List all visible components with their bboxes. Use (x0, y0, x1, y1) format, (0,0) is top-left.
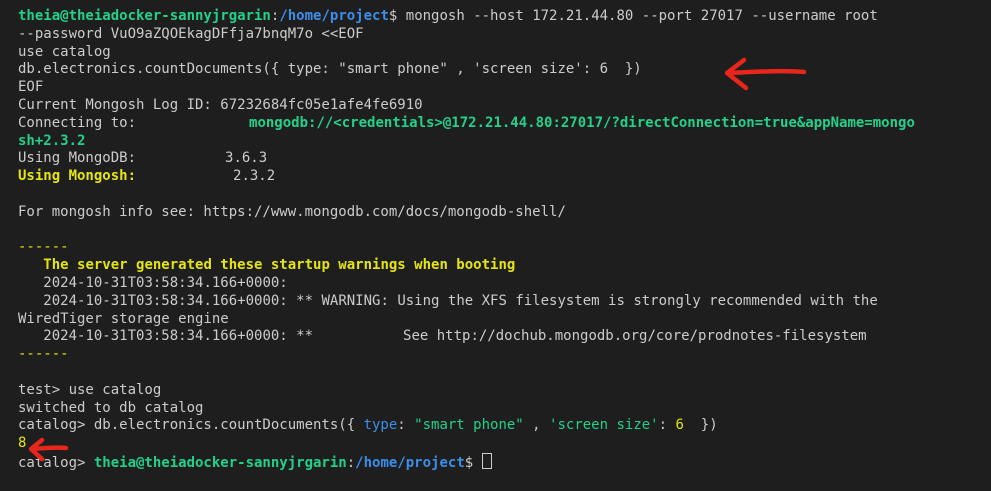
info-line: For mongosh info see: https://www.mongod… (18, 203, 566, 220)
connecting-cont: sh+2.3.2 (18, 132, 86, 149)
query-colon: : (658, 417, 676, 434)
query-prefix: db.electronics.countDocuments({ (93, 417, 364, 434)
catalog-prompt: catalog> (18, 417, 94, 434)
query-key-type: type (363, 417, 398, 434)
text-cursor[interactable] (481, 452, 492, 469)
connecting-value: mongodb://<credentials>@172.21.44.80:270… (249, 114, 915, 131)
connecting-line: Connecting to: mongodb://<credentials>@17… (18, 115, 991, 133)
separator: ------ (18, 346, 69, 363)
warning-3-text: See http://dochub.mongodb.org/core/prodn… (403, 328, 867, 345)
warning-3-ts: 2024-10-31T03:58:34.166+0000: ** (43, 328, 314, 345)
connecting-label: Connecting to: (18, 114, 137, 131)
warnings-title: The server generated these startup warni… (43, 257, 516, 274)
command-line-1: theia@theiadocker-sannyjrgarin:/home/pro… (18, 8, 878, 24)
warning-2-text: ** WARNING: Using the XFS filesystem is … (296, 292, 878, 309)
command-text: mongosh --host 172.21.44.80 --port 27017… (405, 8, 878, 24)
mongosh-label: Using Mongosh: (18, 168, 137, 185)
heredoc-end: EOF (18, 79, 44, 96)
terminal-output[interactable]: theia@theiadocker-sannyjrgarin: /home/pro… (0, 0, 991, 491)
warnings-title-line: The server generated these startup warni… (18, 257, 991, 275)
warning-2-ts: 2024-10-31T03:58:34.166+0000: (43, 292, 288, 309)
separator: ------ (18, 239, 69, 256)
warning-1: 2024-10-31T03:58:34.166+0000: (18, 275, 991, 293)
heredoc-query: db.electronics.countDocuments({ type: "s… (18, 61, 642, 78)
final-prompt-line[interactable]: catalog> theia@theiadocker-sannyjrgarin:… (18, 452, 991, 471)
warning-1-text: 2024-10-31T03:58:34.166+0000: (43, 274, 288, 291)
mongodb-version: 3.6.3 (225, 150, 268, 167)
heredoc-use: use catalog (18, 43, 111, 60)
warning-3: 2024-10-31T03:58:34.166+0000: ** See http… (18, 328, 991, 346)
catalog-prompt: catalog> (18, 454, 94, 471)
query-string: "smart phone" (414, 417, 524, 434)
query-end: }) (683, 417, 718, 434)
prompt-symbol: $ (464, 454, 474, 471)
warning-2: 2024-10-31T03:58:34.166+0000: ** WARNING… (18, 293, 991, 311)
prompt-user: theia@theiadocker-sannyjrgarin (18, 8, 271, 24)
query-result: 8 (18, 435, 27, 452)
mongosh-version: 2.3.2 (233, 168, 276, 185)
prompt-path: /home/project (355, 454, 465, 471)
query-colon: : (397, 417, 415, 434)
test-prompt-line: test> use catalog (18, 381, 162, 398)
log-id-line: Current Mongosh Log ID: 67232684fc05e1af… (18, 96, 423, 113)
query-key-screen: 'screen size' (549, 417, 659, 434)
prompt-path: /home/project (279, 8, 389, 24)
query-comma: , (523, 417, 550, 434)
command-line-2: --password VuO9aZQOEkagDFfja7bnqM7o <<EO… (18, 25, 364, 42)
query-number: 6 (675, 417, 684, 434)
using-mongosh-line: Using Mongosh: 2.3.2 (18, 168, 991, 186)
prompt-symbol: $ (388, 8, 398, 24)
switched-line: switched to db catalog (18, 399, 204, 416)
prompt-user: theia@theiadocker-sannyjrgarin (93, 454, 347, 471)
catalog-query-line: catalog> db.electronics.countDocuments({… (18, 417, 991, 435)
warning-2-cont: WiredTiger storage engine (18, 310, 229, 327)
using-mongodb-line: Using MongoDB: 3.6.3 (18, 150, 991, 168)
mongodb-label: Using MongoDB: (18, 150, 137, 167)
